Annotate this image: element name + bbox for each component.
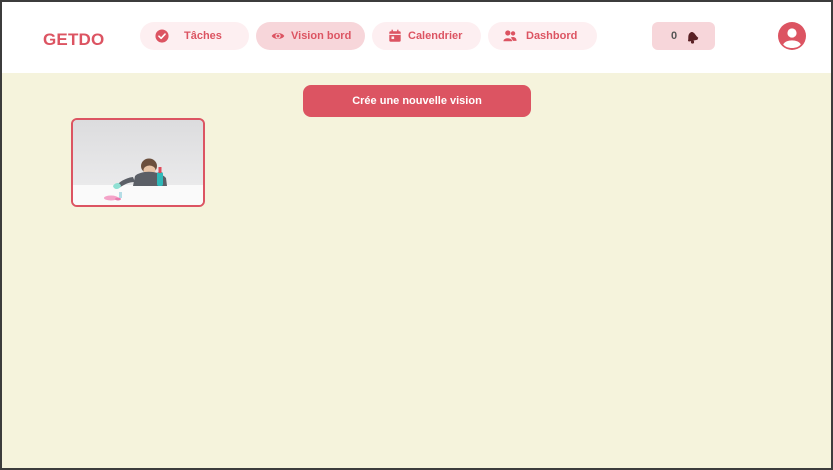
calendar-icon: [389, 29, 401, 42]
eye-icon: [271, 33, 285, 39]
user-circle-icon[interactable]: [778, 22, 806, 50]
nav-dashboard[interactable]: Dashbord: [488, 22, 597, 50]
notifications-button[interactable]: 0: [652, 22, 715, 50]
create-vision-button[interactable]: Crée une nouvelle vision: [303, 85, 531, 117]
nav-tasks[interactable]: Tâches: [140, 22, 249, 50]
app-window: GETDO Tâches Vision bord Calendrier Dash…: [0, 0, 833, 470]
app-logo[interactable]: GETDO: [43, 30, 104, 50]
vision-board-area: Crée une nouvelle vision: [2, 73, 831, 468]
nav-tasks-label: Tâches: [184, 30, 222, 42]
vision-card[interactable]: [71, 118, 205, 207]
nav-calendar[interactable]: Calendrier: [372, 22, 481, 50]
top-navbar: GETDO Tâches Vision bord Calendrier Dash…: [2, 2, 831, 73]
nav-vision-board[interactable]: Vision bord: [256, 22, 365, 50]
check-circle-icon: [155, 29, 169, 43]
vision-image: [73, 120, 203, 205]
nav-vision-board-label: Vision bord: [291, 30, 352, 42]
users-icon: [503, 30, 517, 42]
bell-icon: [687, 32, 699, 44]
notification-count: 0: [671, 30, 678, 42]
nav-calendar-label: Calendrier: [408, 30, 463, 42]
nav-dashboard-label: Dashbord: [526, 30, 578, 42]
